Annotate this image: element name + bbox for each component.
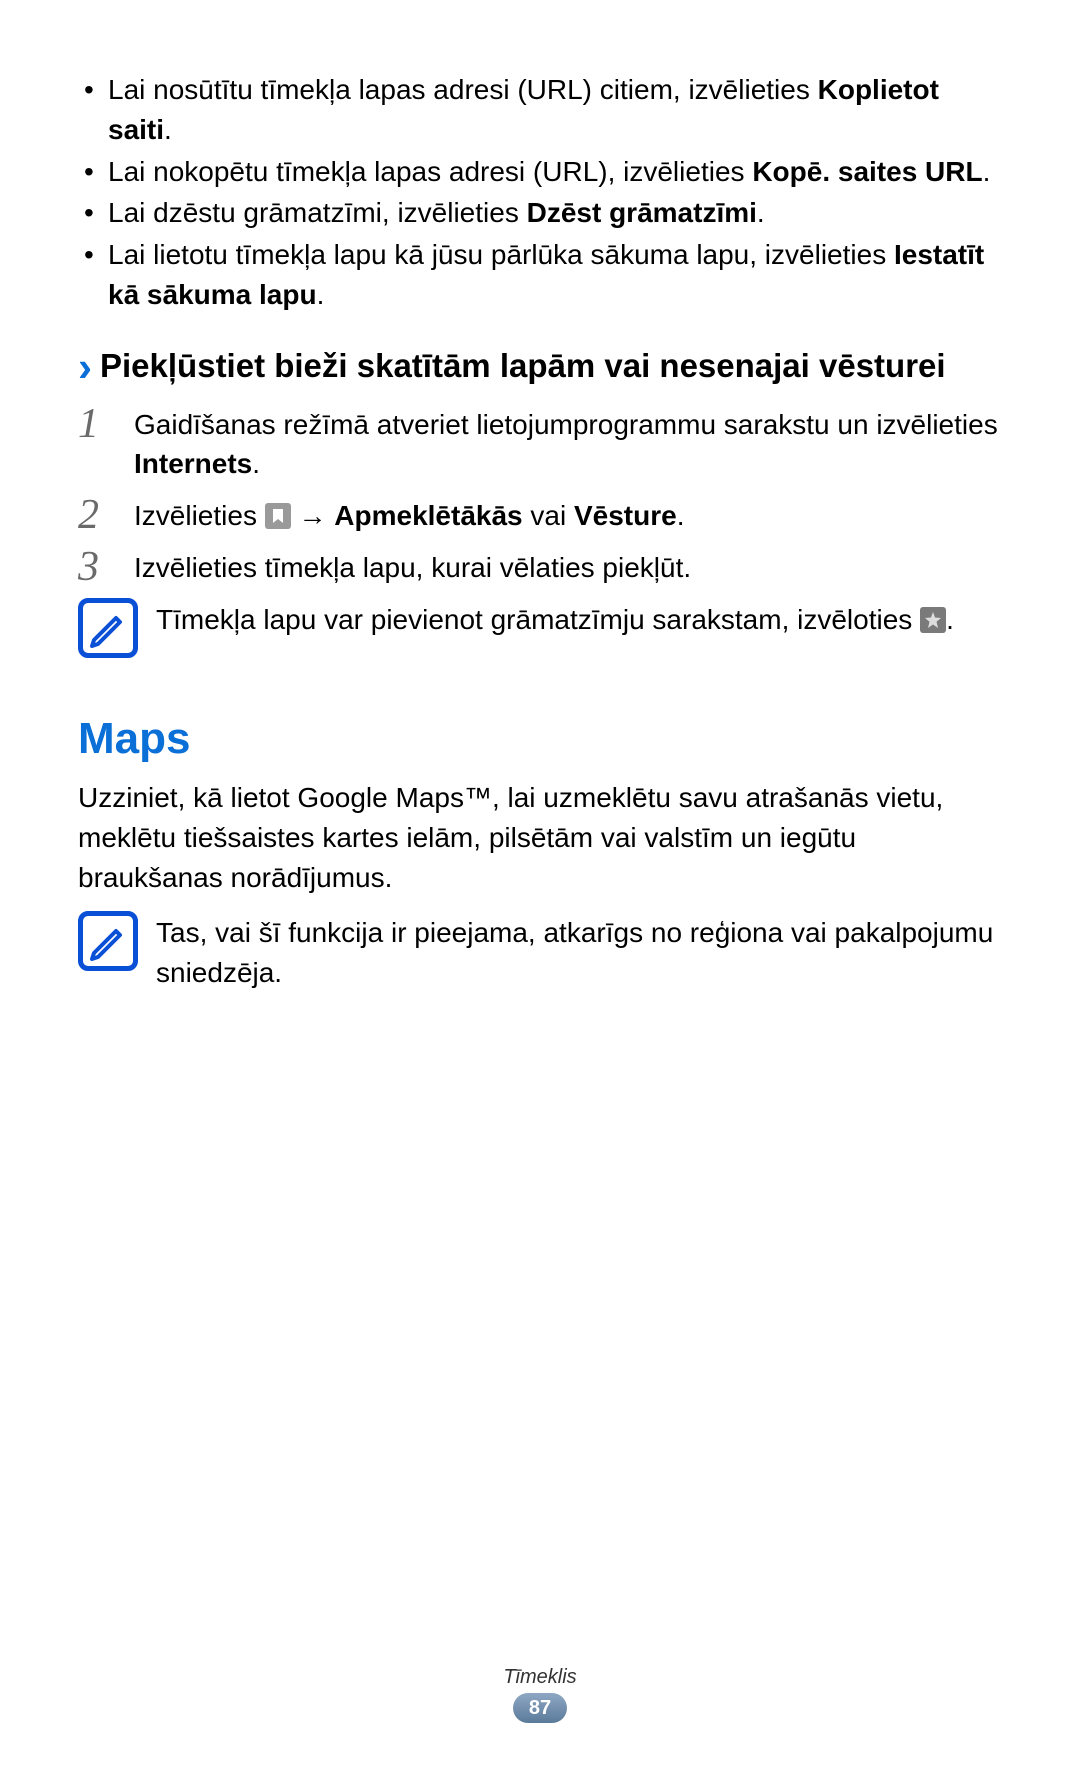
bullet-text-pre: Lai nosūtītu tīmekļa lapas adresi (URL) … [108, 74, 818, 105]
step-number: 1 [78, 401, 134, 445]
step-text-bold: Internets [134, 448, 252, 479]
step-text: Izvēlieties tīmekļa lapu, kurai vēlaties… [134, 544, 691, 588]
step-text-post: . [677, 500, 685, 531]
bullet-item: Lai nosūtītu tīmekļa lapas adresi (URL) … [78, 70, 1002, 150]
bullet-text-post: . [757, 197, 765, 228]
step-text: Gaidīšanas režīmā atveriet lietojumprogr… [134, 401, 1002, 485]
note-text: Tas, vai šī funkcija ir pieejama, atkarī… [156, 911, 1002, 993]
note-text-pre: Tīmekļa lapu var pievienot grāmatzīmju s… [156, 604, 920, 635]
step-row: 1 Gaidīšanas režīmā atveriet lietojumpro… [78, 401, 1002, 485]
note-text-post: . [946, 604, 954, 635]
bullet-text-pre: Lai lietotu tīmekļa lapu kā jūsu pārlūka… [108, 239, 894, 270]
note-row: Tas, vai šī funkcija ir pieejama, atkarī… [78, 911, 1002, 993]
step-text: Izvēlieties → Apmeklētākās vai Vēsture. [134, 492, 684, 536]
step-number: 2 [78, 492, 134, 536]
step-text-pre: Izvēlieties [134, 500, 265, 531]
bullet-text-post: . [317, 279, 325, 310]
bookmark-icon [265, 503, 291, 529]
maps-paragraph: Uzziniet, kā lietot Google Maps™, lai uz… [78, 778, 1002, 897]
bullet-item: Lai lietotu tīmekļa lapu kā jūsu pārlūka… [78, 235, 1002, 315]
step-text-pre: Gaidīšanas režīmā atveriet lietojumprogr… [134, 409, 998, 440]
page-footer: Tīmeklis 87 [0, 1666, 1080, 1723]
note-icon [78, 911, 138, 971]
bullet-list: Lai nosūtītu tīmekļa lapas adresi (URL) … [78, 70, 1002, 315]
bullet-text-bold: Kopē. saites URL [752, 156, 982, 187]
step-text-bold: Vēsture [574, 500, 677, 531]
step-text-mid: vai [523, 500, 574, 531]
bullet-text-pre: Lai nokopētu tīmekļa lapas adresi (URL),… [108, 156, 752, 187]
heading-text: Piekļūstiet bieži skatītām lapām vai nes… [100, 345, 946, 386]
note-text: Tīmekļa lapu var pievienot grāmatzīmju s… [156, 598, 954, 640]
star-icon [920, 607, 946, 633]
bullet-item: Lai nokopētu tīmekļa lapas adresi (URL),… [78, 152, 1002, 192]
section-heading: › Piekļūstiet bieži skatītām lapām vai n… [78, 345, 1002, 389]
note-row: Tīmekļa lapu var pievienot grāmatzīmju s… [78, 598, 1002, 658]
step-text-post: . [252, 448, 260, 479]
maps-title: Maps [78, 714, 1002, 764]
note-icon [78, 598, 138, 658]
bullet-text-post: . [983, 156, 991, 187]
step-text-bold: Apmeklētākās [334, 500, 522, 531]
footer-section-label: Tīmeklis [0, 1666, 1080, 1689]
page-content: Lai nosūtītu tīmekļa lapas adresi (URL) … [0, 0, 1080, 993]
bullet-text-pre: Lai dzēstu grāmatzīmi, izvēlieties [108, 197, 527, 228]
bullet-text-post: . [164, 114, 172, 145]
bullet-item: Lai dzēstu grāmatzīmi, izvēlieties Dzēst… [78, 193, 1002, 233]
chevron-right-icon: › [78, 345, 92, 389]
step-row: 2 Izvēlieties → Apmeklētākās vai Vēsture… [78, 492, 1002, 536]
page-number: 87 [513, 1693, 567, 1723]
arrow-text: → [291, 500, 335, 531]
bullet-text-bold: Dzēst grāmatzīmi [527, 197, 757, 228]
step-number: 3 [78, 544, 134, 588]
step-row: 3 Izvēlieties tīmekļa lapu, kurai vēlati… [78, 544, 1002, 588]
